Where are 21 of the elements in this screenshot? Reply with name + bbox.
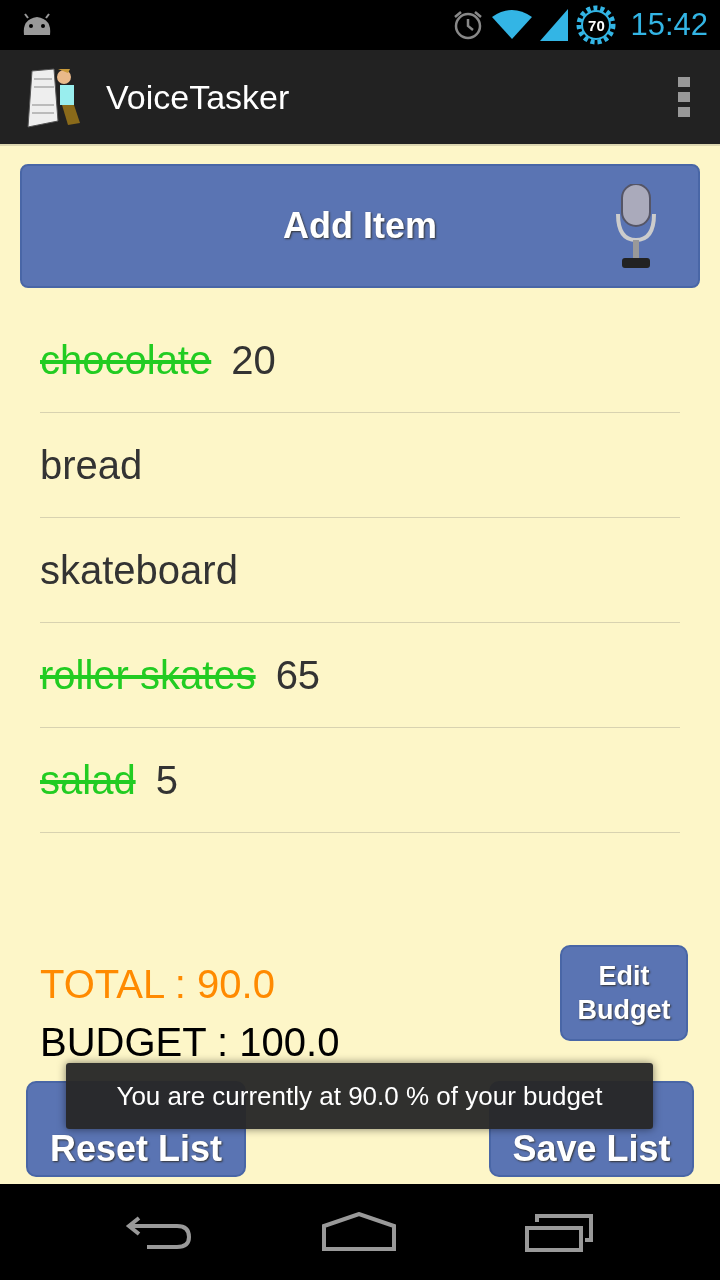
gear-icon — [576, 5, 617, 45]
back-icon[interactable] — [124, 1214, 193, 1250]
toast-message: You are currently at 90.0 % of your budget — [66, 1063, 653, 1129]
total-amount: TOTAL : 90.0 — [40, 961, 276, 1008]
signal-icon — [540, 9, 569, 41]
wifi-icon — [492, 9, 533, 41]
home-icon[interactable] — [322, 1212, 396, 1252]
battery-level: 70 — [588, 16, 605, 34]
item-price: 20 — [231, 337, 276, 383]
overflow-menu-icon[interactable] — [678, 77, 690, 117]
item-name[interactable]: bread — [40, 442, 143, 488]
edit-budget-button[interactable]: Edit Budget — [560, 945, 688, 1041]
clock-time: 15:42 — [630, 7, 708, 43]
recent-apps-icon[interactable] — [525, 1212, 596, 1252]
item-price: 65 — [275, 652, 321, 698]
budget-amount: BUDGET : 100.0 — [40, 1019, 340, 1066]
item-name[interactable]: skateboard — [40, 547, 238, 593]
microphone-icon — [614, 184, 658, 270]
item-price: 5 — [155, 757, 178, 803]
add-item-button[interactable]: Add Item — [20, 164, 700, 288]
app-title: VoiceTasker — [106, 77, 290, 117]
